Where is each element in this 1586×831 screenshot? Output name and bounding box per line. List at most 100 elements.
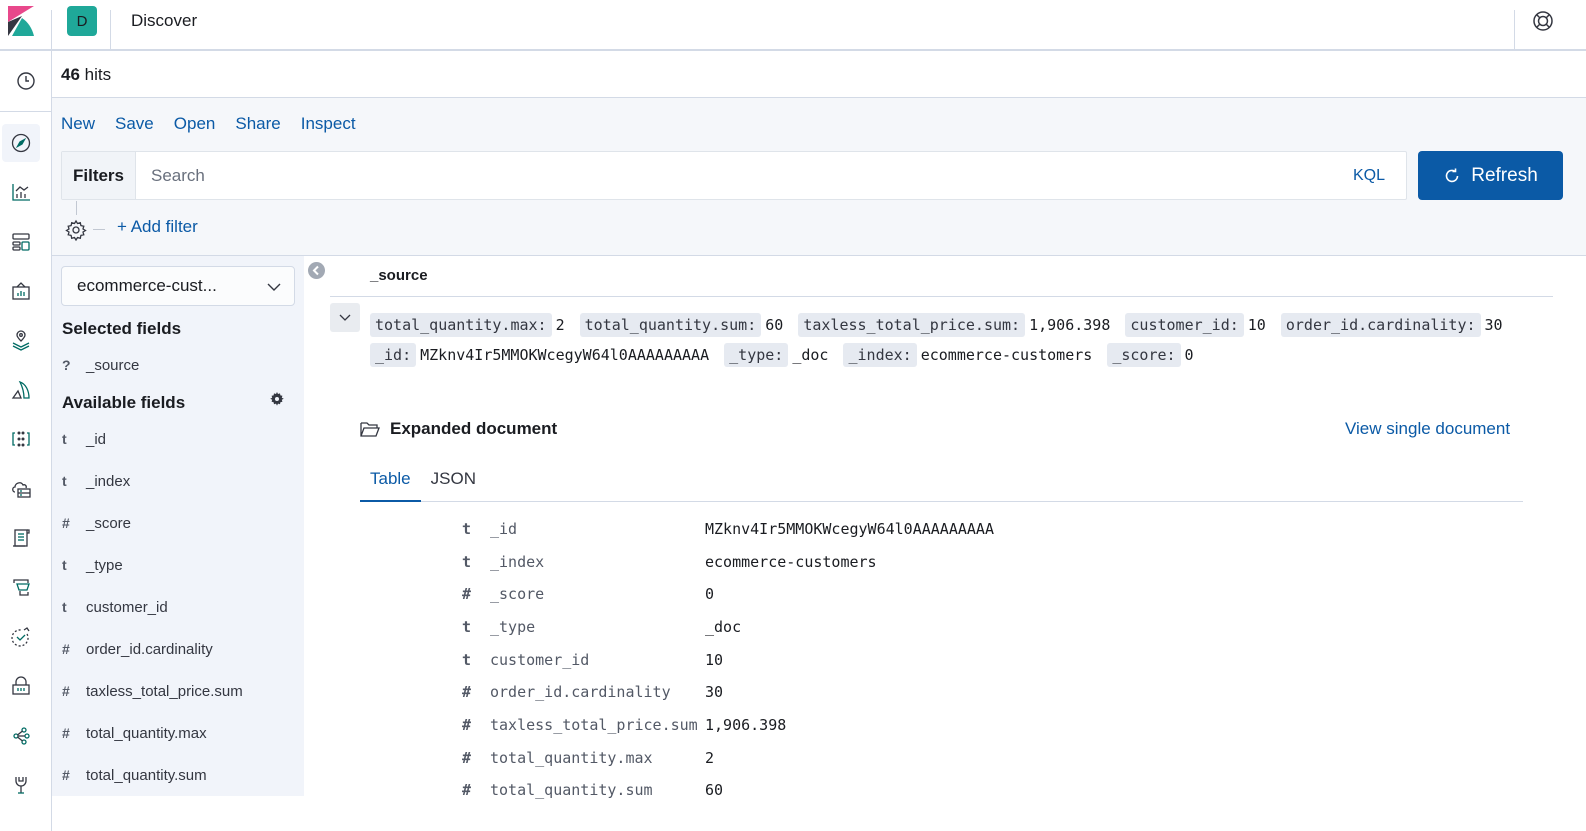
refresh-button[interactable]: Refresh (1418, 151, 1563, 200)
source-key: total_quantity.sum: (579, 313, 762, 337)
share-button[interactable]: Share (235, 114, 280, 134)
available-field-item[interactable]: # _score (62, 511, 292, 535)
uptime-icon (11, 627, 30, 647)
tab-json[interactable]: JSON (421, 460, 486, 502)
selected-field-item[interactable]: ? _source (62, 353, 292, 377)
open-button[interactable]: Open (174, 114, 216, 134)
nav-siem[interactable] (2, 667, 40, 705)
field-type-icon: t (462, 553, 472, 571)
available-field-item[interactable]: # order_id.cardinality (62, 637, 292, 661)
header-divider (1514, 10, 1515, 51)
nav-canvas[interactable] (2, 272, 40, 310)
query-bar: New Save Open Share Inspect Filters KQL … (52, 98, 1586, 256)
field-type-icon: # (62, 683, 70, 699)
left-nav (0, 51, 52, 831)
source-pair: _id: MZknv4Ir5MMOKWcegyW64l0AAAAAAAAA (370, 343, 715, 367)
header-divider (110, 10, 111, 51)
nav-machine-learning[interactable] (2, 371, 40, 409)
visualize-icon (12, 184, 30, 201)
nav-logs[interactable] (2, 519, 40, 557)
nav-dashboard[interactable] (2, 223, 40, 261)
collapse-sidebar-icon[interactable] (308, 262, 325, 279)
dashboard-icon (12, 233, 30, 251)
kql-toggle[interactable]: KQL (1346, 152, 1406, 199)
field-filter-gear-icon[interactable] (270, 392, 284, 406)
nav-infrastructure[interactable] (2, 470, 40, 508)
available-field-item[interactable]: t customer_id (62, 595, 292, 619)
new-button[interactable]: New (61, 114, 95, 134)
help-lifebuoy-icon[interactable] (1532, 10, 1554, 32)
nav-graph[interactable] (2, 420, 40, 458)
field-type-icon: t (62, 557, 67, 573)
field-type-icon: t (462, 651, 472, 669)
save-button[interactable]: Save (115, 114, 154, 134)
filters-button[interactable]: Filters (62, 152, 136, 199)
nav-maps[interactable] (2, 321, 40, 359)
doc-field-value: 0 (705, 585, 715, 603)
source-pair: _score: 0 (1107, 343, 1199, 367)
logs-icon (13, 529, 30, 547)
nav-apm[interactable] (2, 568, 40, 606)
doc-field-value: MZknv4Ir5MMOKWcegyW64l0AAAAAAAAA (705, 520, 994, 538)
doc-field-name: total_quantity.max (490, 749, 653, 767)
nav-visualize[interactable] (2, 173, 40, 211)
machine-learning-icon (11, 380, 30, 399)
doc-table-row: t _type _doc (462, 615, 741, 639)
field-type-icon: t (62, 599, 67, 615)
tab-table[interactable]: Table (360, 460, 421, 502)
field-name: customer_id (86, 598, 168, 616)
available-field-item[interactable]: # taxless_total_price.sum (62, 679, 292, 703)
compass-icon (11, 133, 31, 153)
inspect-button[interactable]: Inspect (301, 114, 356, 134)
doc-field-name: _id (490, 520, 518, 538)
nav-uptime[interactable] (2, 618, 40, 656)
source-value: 2 (555, 316, 565, 334)
top-header: D Discover (0, 0, 1586, 51)
nav-discover[interactable] (2, 124, 40, 162)
filter-connector (76, 201, 77, 215)
doc-table-row: t _index ecommerce-customers (462, 550, 877, 574)
expanded-document-title: Expanded document (360, 419, 557, 439)
doc-field-value: 30 (705, 683, 724, 701)
doc-field-name: _type (490, 618, 536, 636)
field-name: _score (86, 514, 132, 532)
available-field-item[interactable]: t _type (62, 553, 292, 577)
available-field-item[interactable]: # total_quantity.sum (62, 763, 292, 787)
available-fields-title: Available fields (62, 393, 186, 412)
nav-monitoring[interactable] (2, 717, 40, 755)
infrastructure-icon (12, 482, 31, 498)
nav-dev-tools[interactable] (2, 766, 40, 804)
source-value: 1,906.398 (1029, 316, 1111, 334)
top-nav-menu: New Save Open Share Inspect (61, 114, 356, 134)
search-input[interactable] (136, 152, 1346, 199)
source-key: _type: (724, 343, 789, 367)
field-name: taxless_total_price.sum (86, 682, 243, 700)
doc-field-name: order_id.cardinality (490, 683, 671, 701)
doc-table-row: t _id MZknv4Ir5MMOKWcegyW64l0AAAAAAAAA (462, 517, 994, 541)
selected-fields-title: Selected fields (62, 319, 182, 338)
available-field-item[interactable]: # total_quantity.max (62, 721, 292, 745)
field-name: _index (86, 472, 131, 490)
collapse-row-button[interactable] (330, 303, 360, 332)
hits-number: 46 (61, 65, 80, 84)
header-divider (330, 296, 1553, 297)
source-pair: _index: ecommerce-customers (843, 343, 1098, 367)
doc-field-value: 1,906.398 (705, 716, 787, 734)
header-divider (51, 10, 52, 51)
field-name: _source (86, 356, 140, 374)
view-single-document-link[interactable]: View single document (1345, 419, 1510, 439)
available-field-item[interactable]: t _id (62, 427, 292, 451)
source-pair: _type: _doc (724, 343, 834, 367)
doc-field-name: _index (490, 553, 545, 571)
field-type-icon: # (462, 749, 472, 767)
kibana-logo-icon[interactable] (8, 6, 36, 36)
nav-recently-viewed[interactable] (0, 51, 51, 112)
space-avatar[interactable]: D (67, 6, 97, 36)
field-type-icon: # (62, 767, 70, 783)
add-filter-button[interactable]: + Add filter (117, 217, 198, 237)
source-value: 0 (1184, 346, 1194, 364)
available-field-item[interactable]: t _index (62, 469, 292, 493)
chevron-down-icon (339, 314, 351, 321)
index-pattern-select[interactable]: ecommerce-cust... (61, 266, 295, 306)
filter-settings-gear-icon[interactable] (65, 219, 87, 241)
